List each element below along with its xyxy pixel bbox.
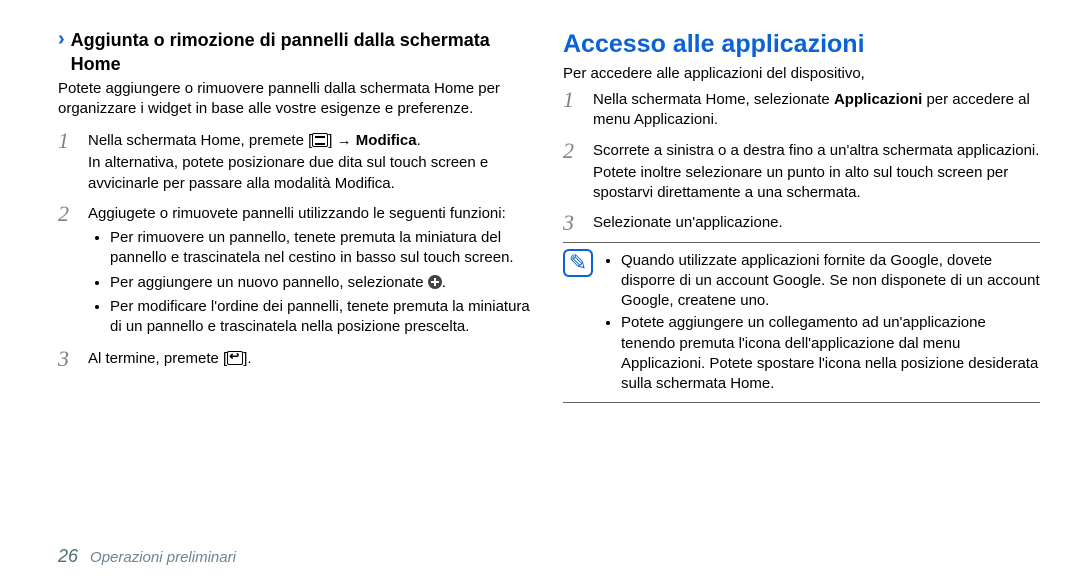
right-column: Accesso alle applicazioni Per accedere a… [563, 28, 1040, 534]
note-icon: ✎ [563, 249, 593, 277]
menu-key-icon [312, 133, 328, 147]
section-title: Accesso alle applicazioni [563, 28, 1040, 62]
step-3: 3 Al termine, premete []. [58, 347, 535, 371]
footer-section: Operazioni preliminari [90, 548, 236, 568]
r-step-3: 3 Selezionate un'applicazione. [563, 211, 1040, 235]
subhead-text: Aggiunta o rimozione di pannelli dalla s… [71, 28, 535, 77]
chevron-right-icon: › [58, 28, 65, 50]
right-intro: Per accedere alle applicazioni del dispo… [563, 64, 1040, 84]
step-2-bullets: Per rimuovere un pannello, tenete premut… [88, 228, 535, 337]
bullet-remove: Per rimuovere un pannello, tenete premut… [110, 228, 535, 269]
left-subheading: › Aggiunta o rimozione di pannelli dalla… [58, 28, 535, 77]
step-number: 3 [58, 347, 88, 371]
bullet-reorder: Per modificare l'ordine dei pannelli, te… [110, 297, 535, 338]
back-key-icon [227, 351, 243, 365]
step-number: 1 [563, 88, 593, 133]
step-1-alt: In alternativa, potete posizionare due d… [88, 153, 535, 194]
bullet-add: Per aggiungere un nuovo pannello, selezi… [110, 273, 535, 293]
step-2-text: Aggiugete o rimuovete pannelli utilizzan… [88, 204, 535, 224]
step-2: 2 Aggiugete o rimuovete pannelli utilizz… [58, 202, 535, 342]
step-number: 2 [563, 139, 593, 206]
left-intro: Potete aggiungere o rimuovere pannelli d… [58, 79, 535, 120]
step-number: 1 [58, 129, 88, 196]
step-number: 2 [58, 202, 88, 342]
page-footer: 26 Operazioni preliminari [58, 544, 1040, 568]
step-number: 3 [563, 211, 593, 235]
note-2: Potete aggiungere un collegamento ad un'… [621, 313, 1040, 394]
r-step-1-line: Nella schermata Home, selezionate Applic… [593, 90, 1040, 131]
left-column: › Aggiunta o rimozione di pannelli dalla… [58, 28, 535, 534]
r-step-2-text: Scorrete a sinistra o a destra fino a un… [593, 141, 1040, 161]
step-3-line: Al termine, premete []. [88, 349, 535, 369]
note-1: Quando utilizzate applicazioni fornite d… [621, 251, 1040, 312]
plus-circle-icon [428, 275, 442, 289]
step-1-line: Nella schermata Home, premete [] → Modif… [88, 131, 535, 151]
note-box: ✎ Quando utilizzate applicazioni fornite… [563, 242, 1040, 404]
r-step-1: 1 Nella schermata Home, selezionate Appl… [563, 88, 1040, 133]
r-step-2: 2 Scorrete a sinistra o a destra fino a … [563, 139, 1040, 206]
right-steps: 1 Nella schermata Home, selezionate Appl… [563, 88, 1040, 236]
note-bullets: Quando utilizzate applicazioni fornite d… [603, 251, 1040, 395]
left-steps: 1 Nella schermata Home, premete [] → Mod… [58, 129, 535, 372]
r-step-2-extra: Potete inoltre selezionare un punto in a… [593, 163, 1040, 204]
r-step-3-text: Selezionate un'applicazione. [593, 213, 1040, 233]
page-number: 26 [58, 544, 78, 568]
step-1: 1 Nella schermata Home, premete [] → Mod… [58, 129, 535, 196]
